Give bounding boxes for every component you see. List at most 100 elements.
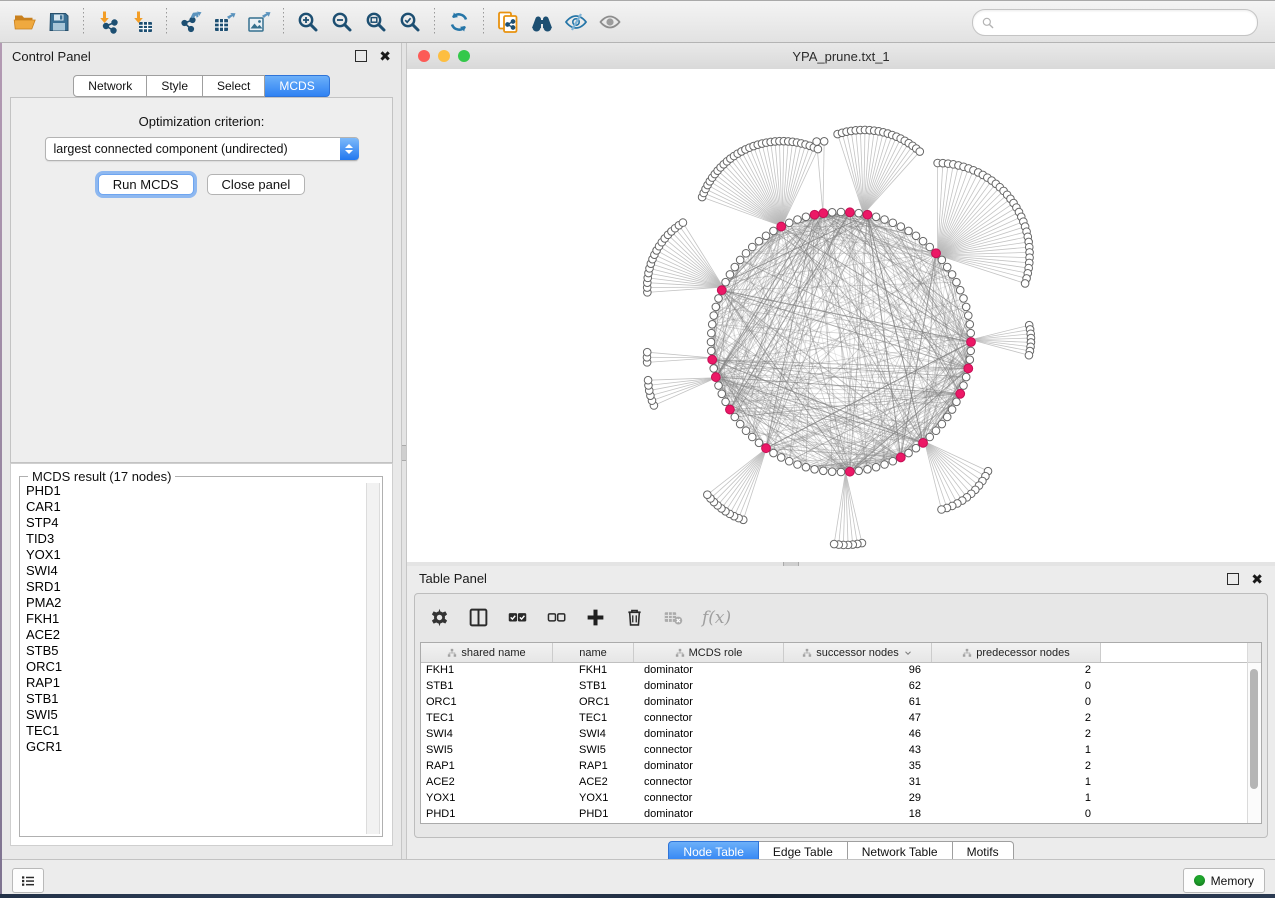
ring-node[interactable]	[762, 232, 770, 240]
mcds-dominator-node[interactable]	[863, 210, 872, 219]
ring-node[interactable]	[770, 449, 778, 457]
mcds-dominator-node[interactable]	[919, 438, 928, 447]
mcds-result-item[interactable]: PMA2	[22, 595, 366, 611]
show-graphics-button[interactable]	[595, 7, 625, 37]
mcds-result-item[interactable]: SWI4	[22, 563, 366, 579]
add-button[interactable]	[585, 607, 606, 628]
mcds-dominator-node[interactable]	[762, 444, 771, 453]
mcds-dominator-node[interactable]	[717, 286, 726, 295]
mcds-dominator-node[interactable]	[819, 209, 828, 218]
satellite-node[interactable]	[814, 145, 822, 153]
mcds-result-item[interactable]: GCR1	[22, 739, 366, 755]
table-row[interactable]: PHD1PHD1dominator180	[421, 806, 1248, 822]
mcds-dominator-node[interactable]	[967, 338, 976, 347]
ring-node[interactable]	[962, 303, 970, 311]
ring-node[interactable]	[962, 373, 970, 381]
ring-node[interactable]	[726, 271, 734, 279]
ring-node[interactable]	[960, 295, 968, 303]
ring-node[interactable]	[938, 256, 946, 264]
satellite-node[interactable]	[938, 506, 946, 514]
ring-node[interactable]	[926, 243, 934, 251]
network-canvas[interactable]	[407, 69, 1275, 562]
ring-node[interactable]	[707, 338, 715, 346]
satellite-node[interactable]	[813, 138, 821, 146]
delete-button[interactable]	[624, 607, 645, 628]
table-scrollbar[interactable]	[1247, 643, 1261, 823]
mcds-dominator-node[interactable]	[845, 467, 854, 476]
ring-node[interactable]	[828, 468, 836, 476]
ring-node[interactable]	[742, 427, 750, 435]
clone-network-button[interactable]	[493, 7, 523, 37]
open-session-button[interactable]	[10, 7, 40, 37]
ring-node[interactable]	[710, 365, 718, 373]
ring-node[interactable]	[715, 295, 723, 303]
ring-node[interactable]	[802, 213, 810, 221]
satellite-node[interactable]	[679, 219, 687, 227]
tab-style[interactable]: Style	[147, 75, 203, 97]
ring-node[interactable]	[802, 463, 810, 471]
ring-node[interactable]	[794, 461, 802, 469]
ring-node[interactable]	[912, 232, 920, 240]
ring-node[interactable]	[755, 439, 763, 447]
zoom-out-button[interactable]	[327, 7, 357, 37]
ring-node[interactable]	[731, 263, 739, 271]
ring-node[interactable]	[819, 467, 827, 475]
ring-node[interactable]	[708, 347, 716, 355]
ring-node[interactable]	[736, 420, 744, 428]
float-panel-icon[interactable]	[355, 50, 367, 62]
mcds-dominator-node[interactable]	[810, 210, 819, 219]
network-graph[interactable]	[407, 69, 1275, 562]
ring-node[interactable]	[872, 463, 880, 471]
ring-node[interactable]	[736, 256, 744, 264]
ring-node[interactable]	[712, 303, 720, 311]
split-panel-button[interactable]	[468, 607, 489, 628]
mcds-dominator-node[interactable]	[726, 405, 735, 414]
optimization-criterion-dropdown[interactable]: largest connected component (undirected)	[45, 137, 359, 161]
ring-node[interactable]	[794, 216, 802, 224]
ring-node[interactable]	[943, 263, 951, 271]
table-row[interactable]: SWI5SWI5connector431	[421, 742, 1248, 758]
function-builder-button[interactable]: f(x)	[702, 608, 731, 628]
ring-node[interactable]	[960, 382, 968, 390]
mcds-dominator-node[interactable]	[964, 364, 973, 373]
ring-node[interactable]	[967, 329, 975, 337]
ring-node[interactable]	[718, 390, 726, 398]
ring-node[interactable]	[855, 467, 863, 475]
ring-node[interactable]	[708, 320, 716, 328]
run-mcds-button[interactable]: Run MCDS	[98, 174, 194, 195]
import-network-button[interactable]	[93, 7, 123, 37]
table-close-icon[interactable]: ✖	[1251, 574, 1263, 584]
zoom-in-button[interactable]	[293, 7, 323, 37]
mcds-list-scrollbar[interactable]	[366, 483, 380, 834]
mcds-result-item[interactable]: ACE2	[22, 627, 366, 643]
mcds-result-item[interactable]: PHD1	[22, 483, 366, 499]
vertical-splitter-handle[interactable]	[402, 445, 406, 461]
satellite-node[interactable]	[820, 137, 828, 145]
ring-node[interactable]	[905, 449, 913, 457]
table-row[interactable]: ORC1ORC1dominator610	[421, 694, 1248, 710]
mcds-dominator-node[interactable]	[932, 249, 941, 258]
toggle-graphics-details-button[interactable]	[561, 7, 591, 37]
mcds-result-item[interactable]: FKH1	[22, 611, 366, 627]
mcds-result-item[interactable]: SRD1	[22, 579, 366, 595]
memory-button[interactable]: Memory	[1183, 868, 1265, 893]
import-table-button[interactable]	[127, 7, 157, 37]
column-header-shared-name[interactable]: shared name	[421, 643, 553, 662]
table-row[interactable]: SWI4SWI4dominator462	[421, 726, 1248, 742]
ring-node[interactable]	[905, 227, 913, 235]
mcds-result-item[interactable]: STB5	[22, 643, 366, 659]
deselect-all-button[interactable]	[546, 607, 567, 628]
ring-node[interactable]	[964, 312, 972, 320]
export-network-button[interactable]	[176, 7, 206, 37]
mcds-dominator-node[interactable]	[711, 373, 720, 382]
ring-node[interactable]	[943, 413, 951, 421]
ring-node[interactable]	[889, 457, 897, 465]
search-binoculars-button[interactable]	[527, 7, 557, 37]
mcds-result-item[interactable]: SWI5	[22, 707, 366, 723]
ring-node[interactable]	[967, 347, 975, 355]
mcds-result-list[interactable]: PHD1CAR1STP4TID3YOX1SWI4SRD1PMA2FKH1ACE2…	[22, 483, 366, 834]
ring-node[interactable]	[811, 465, 819, 473]
ring-node[interactable]	[731, 413, 739, 421]
export-image-button[interactable]	[244, 7, 274, 37]
mcds-result-item[interactable]: TEC1	[22, 723, 366, 739]
